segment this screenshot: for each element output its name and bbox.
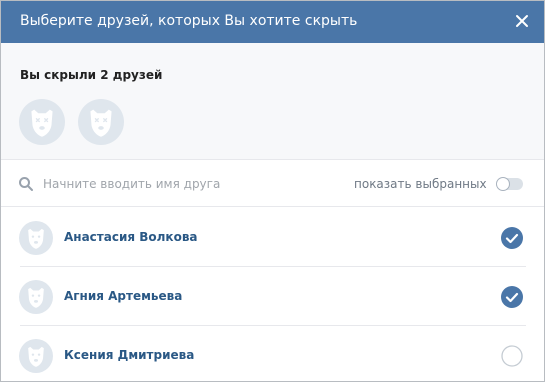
friend-name[interactable]: Агния Артемьева: [64, 289, 182, 303]
checkbox-checked-icon[interactable]: [501, 286, 523, 308]
friend-search-input[interactable]: [43, 174, 323, 194]
dialog-header: Выберите друзей, которых Вы хотите скрыт…: [1, 1, 544, 43]
hide-friends-dialog: Выберите друзей, которых Вы хотите скрыт…: [0, 0, 545, 382]
dog-avatar-icon: [19, 99, 65, 145]
close-icon: [516, 15, 528, 27]
hidden-friend-avatar[interactable]: [78, 99, 124, 145]
show-selected-label: показать выбранных: [354, 177, 487, 191]
checkbox-unchecked-icon[interactable]: [501, 345, 523, 367]
show-selected-toggle[interactable]: [496, 177, 523, 191]
friend-search-row: показать выбранных: [1, 161, 544, 207]
hidden-friends-section: Вы скрыли 2 друзей: [1, 43, 544, 160]
dog-avatar-icon: [19, 280, 53, 314]
friend-row[interactable]: Ксения Дмитриева: [1, 326, 544, 381]
friend-name[interactable]: Анастасия Волкова: [64, 230, 198, 244]
friend-row[interactable]: Агния Артемьева: [1, 267, 544, 326]
search-icon: [19, 177, 33, 191]
dialog-title: Выберите друзей, которых Вы хотите скрыт…: [20, 13, 358, 29]
toggle-knob: [496, 177, 510, 191]
close-button[interactable]: [513, 12, 531, 30]
dog-avatar-icon: [19, 339, 53, 373]
friend-name[interactable]: Ксения Дмитриева: [64, 348, 194, 362]
dog-avatar-icon: [78, 99, 124, 145]
hidden-friend-avatar[interactable]: [19, 99, 65, 145]
friend-row[interactable]: Анастасия Волкова: [1, 208, 544, 267]
checkbox-checked-icon[interactable]: [501, 227, 523, 249]
dog-avatar-icon: [19, 221, 53, 255]
hidden-count-title: Вы скрыли 2 друзей: [20, 68, 163, 82]
